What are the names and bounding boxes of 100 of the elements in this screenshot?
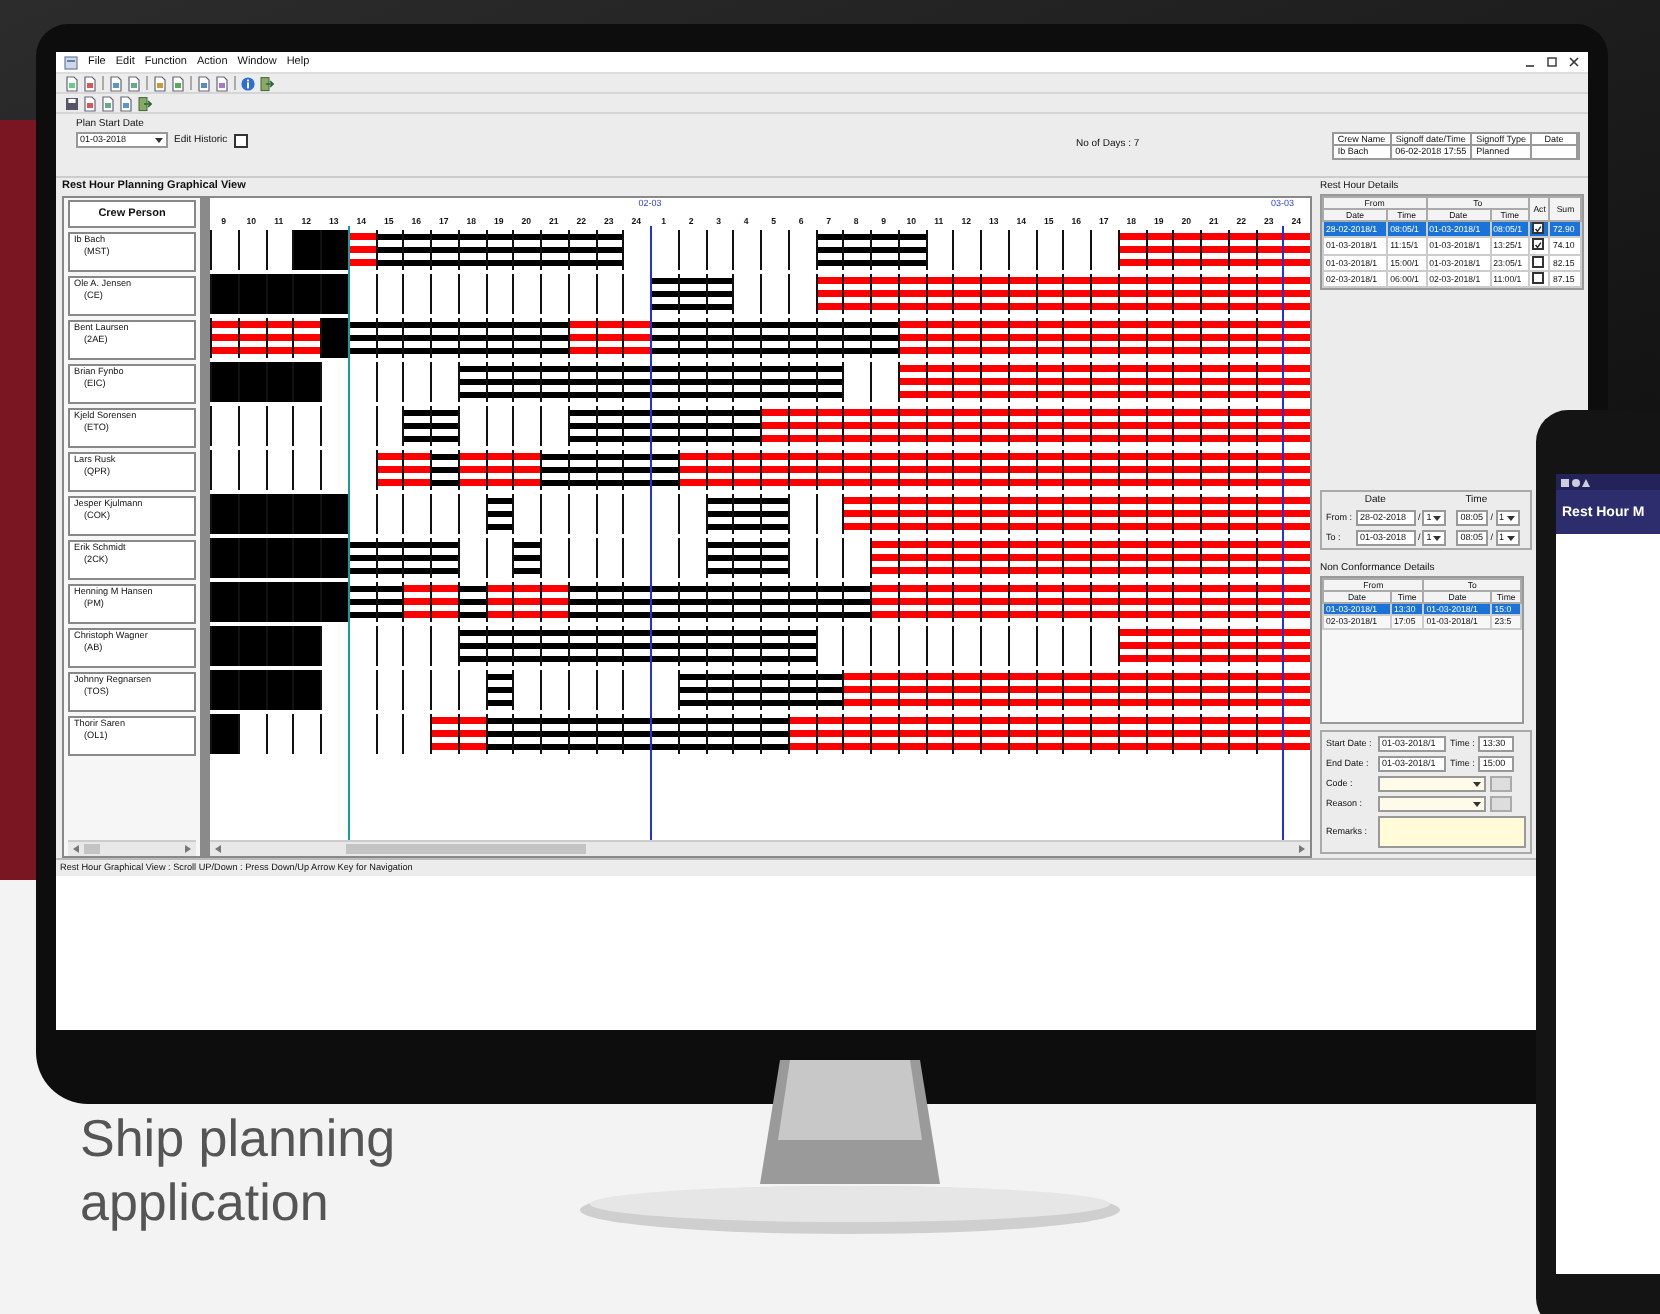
nonconformance-block [925, 714, 953, 754]
solid-block [265, 670, 293, 710]
nonconformance-block [1117, 626, 1145, 666]
dropdown-field[interactable] [1378, 796, 1486, 812]
checkbox[interactable] [233, 133, 248, 147]
nonconformance-block [1145, 318, 1173, 358]
nonconformance-block [1255, 450, 1283, 490]
nonconformance-block [1255, 714, 1283, 754]
nonconformance-block [1062, 538, 1090, 578]
horizontal-scrollbar[interactable] [68, 840, 196, 856]
nonconformance-block [1200, 362, 1228, 402]
document-icon[interactable] [100, 95, 116, 111]
nonconformance-block [1090, 362, 1118, 402]
nonconformance-block [897, 450, 925, 490]
nonconformance-block [1035, 450, 1063, 490]
nonconformance-block [1145, 362, 1173, 402]
solid-block [237, 670, 265, 710]
info-icon[interactable] [240, 75, 256, 91]
close-icon[interactable] [1568, 56, 1580, 68]
nonconformance-block [1035, 318, 1063, 358]
nonconformance-block [430, 582, 458, 622]
document-icon[interactable] [214, 75, 230, 91]
scroll-left-icon[interactable] [214, 844, 222, 854]
nonconformance-block [1007, 494, 1035, 534]
nonconformance-block [1255, 626, 1283, 666]
nonconformance-block [952, 670, 980, 710]
solid-block [292, 230, 320, 270]
solid-block [320, 274, 348, 314]
document-icon[interactable] [82, 75, 98, 91]
document-icon[interactable] [108, 75, 124, 91]
door-icon[interactable] [136, 95, 152, 111]
nonconformance-block [1117, 450, 1145, 490]
scrollbar-thumb[interactable] [84, 844, 100, 854]
document-icon[interactable] [118, 95, 134, 111]
remarks-field[interactable] [1378, 816, 1526, 848]
nonconformance-block [1200, 626, 1228, 666]
planned-work-block [485, 714, 513, 754]
planned-work-block [732, 494, 760, 534]
document-icon[interactable] [82, 95, 98, 111]
caret-icon [1505, 514, 1516, 522]
nonconformance-block [1227, 582, 1255, 622]
nonconformance-block [1117, 230, 1145, 270]
planned-work-block [732, 626, 760, 666]
hour-slot [265, 450, 293, 490]
scroll-right-icon[interactable] [1298, 844, 1306, 854]
planned-work-block [402, 538, 430, 578]
scroll-left-icon[interactable] [72, 844, 80, 854]
scrollbar-thumb[interactable] [346, 844, 586, 854]
planned-work-block [375, 318, 403, 358]
solid-block [210, 538, 238, 578]
door-icon[interactable] [258, 75, 274, 91]
planned-work-block [650, 318, 678, 358]
nonconformance-block [1117, 494, 1145, 534]
nonconformance-block [897, 406, 925, 446]
nonconformance-block [1227, 538, 1255, 578]
planned-work-block [567, 714, 595, 754]
planned-work-block [760, 362, 788, 402]
horizontal-scrollbar[interactable] [210, 840, 1310, 856]
document-icon[interactable] [170, 75, 186, 91]
planned-work-block [760, 538, 788, 578]
planned-work-block [512, 230, 540, 270]
solid-block [320, 494, 348, 534]
planned-work-block [732, 670, 760, 710]
nonconformance-block [1227, 362, 1255, 402]
maximize-icon[interactable] [1546, 56, 1558, 68]
planned-work-block [760, 714, 788, 754]
document-icon[interactable] [152, 75, 168, 91]
scroll-right-icon[interactable] [184, 844, 192, 854]
nonconformance-block [1172, 362, 1200, 402]
nonconformance-block [1255, 274, 1283, 314]
dropdown-field[interactable] [1378, 776, 1486, 792]
planned-work-block [760, 318, 788, 358]
checkbox[interactable] [1532, 238, 1545, 251]
nonconformance-block [1200, 274, 1228, 314]
planned-work-block [815, 230, 843, 270]
nonconformance-block [1255, 582, 1283, 622]
nonconformance-block [485, 582, 513, 622]
nonconformance-block [292, 318, 320, 358]
nonconformance-block [1227, 318, 1255, 358]
nonconformance-block [897, 274, 925, 314]
hour-slot [237, 714, 265, 754]
nonconformance-block [485, 450, 513, 490]
nonconformance-block [1117, 318, 1145, 358]
checkbox[interactable] [1532, 222, 1545, 235]
nonconformance-block [842, 406, 870, 446]
nonconformance-block [1172, 582, 1200, 622]
solid-block [237, 494, 265, 534]
nonconformance-block [842, 494, 870, 534]
planned-work-block [457, 318, 485, 358]
nonconformance-block [787, 714, 815, 754]
nonconformance-block [1282, 362, 1310, 402]
document-icon[interactable] [196, 75, 212, 91]
nonconformance-block [677, 450, 705, 490]
nonconformance-block [1282, 538, 1310, 578]
nonconformance-block [1090, 274, 1118, 314]
planned-work-block [485, 626, 513, 666]
nonconformance-block [1007, 538, 1035, 578]
document-icon[interactable] [64, 75, 80, 91]
nonconformance-block [842, 670, 870, 710]
document-icon[interactable] [126, 75, 142, 91]
